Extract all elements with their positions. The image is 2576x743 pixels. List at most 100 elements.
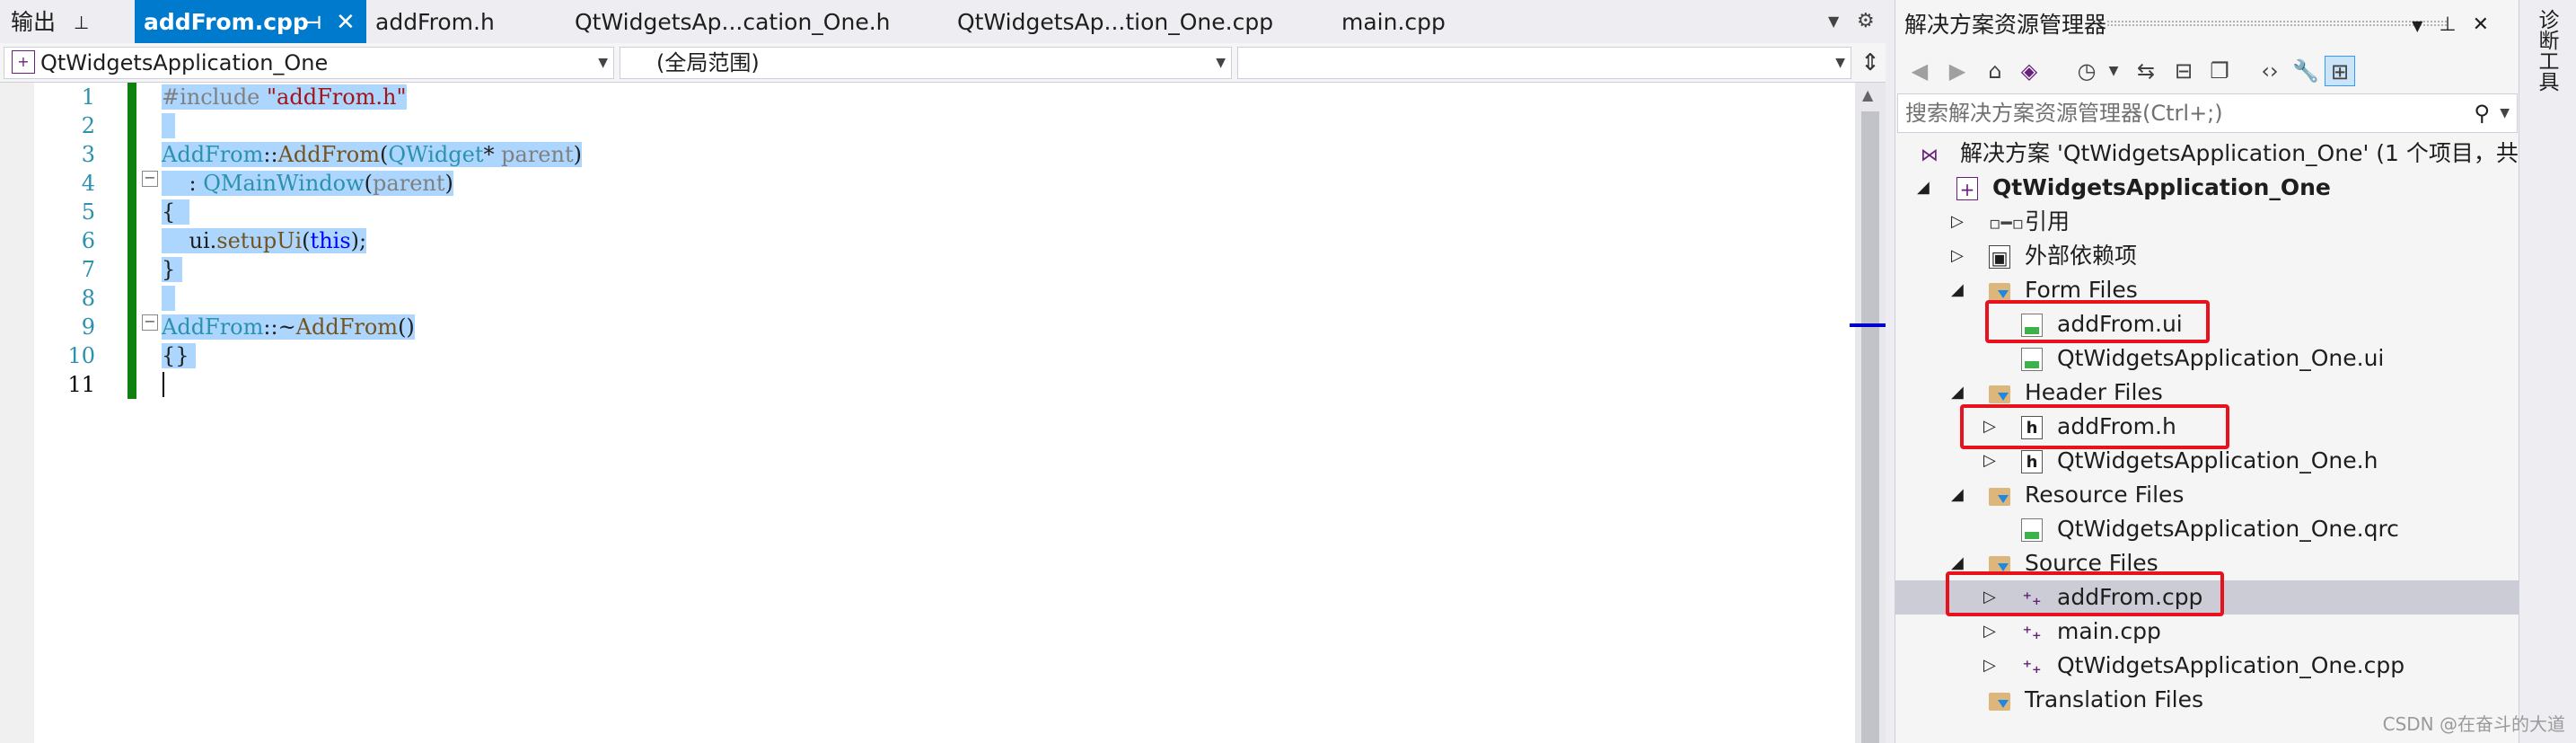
solution-explorer-toolbar: ◀ ▶ ⌂ ◈ ◷ ▼ ⇆ ⊟ ❐ ‹› 🔧 ⊞ xyxy=(1895,47,2519,93)
cpp-project-icon: + xyxy=(12,50,35,74)
solution-search-input[interactable]: 搜索解决方案资源管理器(Ctrl+;) ⚲ ▼ xyxy=(1897,93,2518,133)
scope-dropdown-value: (全局范围) xyxy=(656,50,760,75)
chevron-down-icon[interactable]: ▼ xyxy=(2500,94,2510,132)
collapsed-arrow-icon[interactable]: ▷ xyxy=(1983,649,1996,683)
filter-folder-icon xyxy=(1989,283,2010,301)
code-view-icon[interactable]: ‹› xyxy=(2255,56,2285,86)
collapse-icon[interactable]: − xyxy=(142,171,158,187)
diagnostics-tab[interactable]: 诊断工具 xyxy=(2532,9,2559,92)
scrollbar-thumb[interactable] xyxy=(1861,111,1879,743)
tab-qtwidgets-cpp[interactable]: QtWidgetsAp...tion_One.cpp xyxy=(957,0,1273,43)
tree-item-external-deps[interactable]: ▷ ▣ 外部依赖项 xyxy=(1895,239,2519,273)
code-line[interactable] xyxy=(162,284,582,313)
show-all-files-icon[interactable]: ❐ xyxy=(2204,56,2235,86)
expanded-arrow-icon[interactable]: ◢ xyxy=(1951,273,1964,307)
output-tab[interactable]: 输出 ⊥ xyxy=(11,0,89,43)
pending-changes-icon[interactable]: ◷ xyxy=(2071,56,2102,86)
forward-icon[interactable]: ▶ xyxy=(1942,56,1973,86)
panel-title: 解决方案资源管理器 xyxy=(1904,12,2107,38)
code-line[interactable]: : QMainWindow(parent) xyxy=(162,169,582,198)
line-number: 6 xyxy=(81,228,95,253)
solution-tree[interactable]: ⋈ 解决方案 'QtWidgetsApplication_One' (1 个项目… xyxy=(1895,137,2519,743)
settings-gear-icon[interactable]: ⚙ xyxy=(1857,0,1875,43)
solution-explorer-title-bar: 解决方案资源管理器 ▼⊥✕ xyxy=(1895,0,2519,47)
scope-dropdown[interactable]: (全局范围) ▼ xyxy=(620,47,1232,79)
code-line[interactable]: {} xyxy=(162,341,582,370)
switch-views-icon[interactable]: ◈ xyxy=(2014,56,2044,86)
line-number: 2 xyxy=(81,113,95,138)
tree-item-label: 引用 xyxy=(2025,208,2070,234)
member-dropdown[interactable]: ▼ xyxy=(1237,47,1851,79)
split-window-icon[interactable]: ⇕ xyxy=(1855,43,1886,83)
drag-grip[interactable] xyxy=(2106,20,2448,27)
code-line[interactable]: AddFrom::~AddFrom() xyxy=(162,313,582,341)
tab-qtwidgets-h[interactable]: QtWidgetsAp...cation_One.h xyxy=(575,0,891,43)
code-line[interactable]: { xyxy=(162,198,582,226)
filter-folder-icon xyxy=(1989,693,2010,711)
tree-item-label: Resource Files xyxy=(2025,482,2185,508)
cpp-file-icon: ⁺₊ xyxy=(2022,656,2042,677)
panel-window-buttons: ▼⊥✕ xyxy=(2412,0,2505,51)
line-number: 3 xyxy=(81,142,95,167)
pin-icon[interactable]: ⊥ xyxy=(2439,13,2472,36)
tree-item-qtwidgets-ui[interactable]: QtWidgetsApplication_One.ui xyxy=(1895,341,2519,376)
tree-item-label: main.cpp xyxy=(2057,618,2161,644)
code-line[interactable] xyxy=(162,370,582,399)
expanded-arrow-icon[interactable]: ◢ xyxy=(1951,478,1964,512)
tab-label: addFrom.cpp xyxy=(144,9,309,35)
code-editor[interactable]: 1 2 3 4 5 6 7 8 9 10 11 − − #include "ad… xyxy=(0,83,1886,743)
tab-addfrom-h[interactable]: addFrom.h xyxy=(375,0,495,43)
pin-icon[interactable]: ⊥ xyxy=(74,0,89,45)
tree-item-resource-files[interactable]: ◢ Resource Files xyxy=(1895,478,2519,512)
dropdown-icon[interactable]: ▼ xyxy=(2412,17,2439,34)
project-dropdown[interactable]: + QtWidgetsApplication_One ▼ xyxy=(4,47,614,79)
tab-dropdown-icon[interactable]: ▼ xyxy=(1828,0,1839,43)
cpp-file-icon: ⁺₊ xyxy=(2022,622,2042,643)
tab-main-cpp[interactable]: main.cpp xyxy=(1341,0,1446,43)
collapsed-arrow-icon[interactable]: ▷ xyxy=(1951,205,1964,239)
text-caret xyxy=(163,372,164,397)
collapsed-arrow-icon[interactable]: ▷ xyxy=(1983,615,1996,649)
tab-addfrom-cpp[interactable]: addFrom.cpp ⊣ ✕ xyxy=(135,0,366,43)
vertical-scrollbar[interactable]: ▲ xyxy=(1850,83,1886,743)
close-icon[interactable]: ✕ xyxy=(2473,13,2505,36)
properties-wrench-icon[interactable]: 🔧 xyxy=(2290,56,2321,86)
code-line[interactable] xyxy=(162,111,582,140)
output-tab-label: 输出 xyxy=(11,9,57,35)
line-number: 7 xyxy=(81,257,95,282)
line-number: 5 xyxy=(81,199,95,225)
close-icon[interactable]: ✕ xyxy=(336,0,356,45)
collapse-icon[interactable]: − xyxy=(142,314,158,331)
code-line[interactable]: #include "addFrom.h" xyxy=(162,83,582,111)
code-line[interactable]: AddFrom::AddFrom(QWidget* parent) xyxy=(162,140,582,169)
document-tab-strip: 输出 ⊥ addFrom.cpp ⊣ ✕ addFrom.h QtWidgets… xyxy=(0,0,1886,43)
code-text[interactable]: #include "addFrom.h" AddFrom::AddFrom(QW… xyxy=(162,83,582,399)
tree-item-qrc[interactable]: QtWidgetsApplication_One.qrc xyxy=(1895,512,2519,546)
line-number-current: 11 xyxy=(67,372,95,397)
collapse-all-icon[interactable]: ⊟ xyxy=(2168,56,2199,86)
tree-item-main-cpp[interactable]: ▷ ⁺₊ main.cpp xyxy=(1895,615,2519,649)
qrc-file-icon xyxy=(2021,518,2043,542)
preview-selected-items-icon[interactable]: ⊞ xyxy=(2325,56,2355,86)
tree-item-label: QtWidgetsApplication_One.cpp xyxy=(2057,652,2405,678)
expanded-arrow-icon[interactable]: ◢ xyxy=(1917,171,1930,205)
sync-icon[interactable]: ⇆ xyxy=(2131,56,2161,86)
scroll-up-icon[interactable]: ▲ xyxy=(1862,86,1873,103)
indicator-margin xyxy=(0,83,34,743)
tree-item-project[interactable]: ◢ + QtWidgetsApplication_One xyxy=(1895,171,2519,205)
tree-item-label: QtWidgetsApplication_One.ui xyxy=(2057,345,2385,371)
code-line[interactable]: ui.setupUi(this); xyxy=(162,226,582,255)
line-number: 4 xyxy=(81,171,95,196)
pin-icon[interactable]: ⊣ xyxy=(305,0,321,45)
search-icon[interactable]: ⚲ xyxy=(2474,94,2490,132)
tree-item-solution[interactable]: ⋈ 解决方案 'QtWidgetsApplication_One' (1 个项目… xyxy=(1895,137,2519,171)
tree-item-references[interactable]: ▷ ▫━▫ 引用 xyxy=(1895,205,2519,239)
tree-item-qtwidgets-cpp[interactable]: ▷ ⁺₊ QtWidgetsApplication_One.cpp xyxy=(1895,649,2519,683)
code-line[interactable]: } xyxy=(162,255,582,284)
collapsed-arrow-icon[interactable]: ▷ xyxy=(1951,239,1964,273)
home-icon[interactable]: ⌂ xyxy=(1980,56,2010,86)
back-icon[interactable]: ◀ xyxy=(1904,56,1935,86)
tree-item-label: QtWidgetsApplication_One.qrc xyxy=(2057,516,2399,542)
chevron-down-icon[interactable]: ▼ xyxy=(2098,56,2129,86)
filter-folder-icon xyxy=(1989,488,2010,506)
